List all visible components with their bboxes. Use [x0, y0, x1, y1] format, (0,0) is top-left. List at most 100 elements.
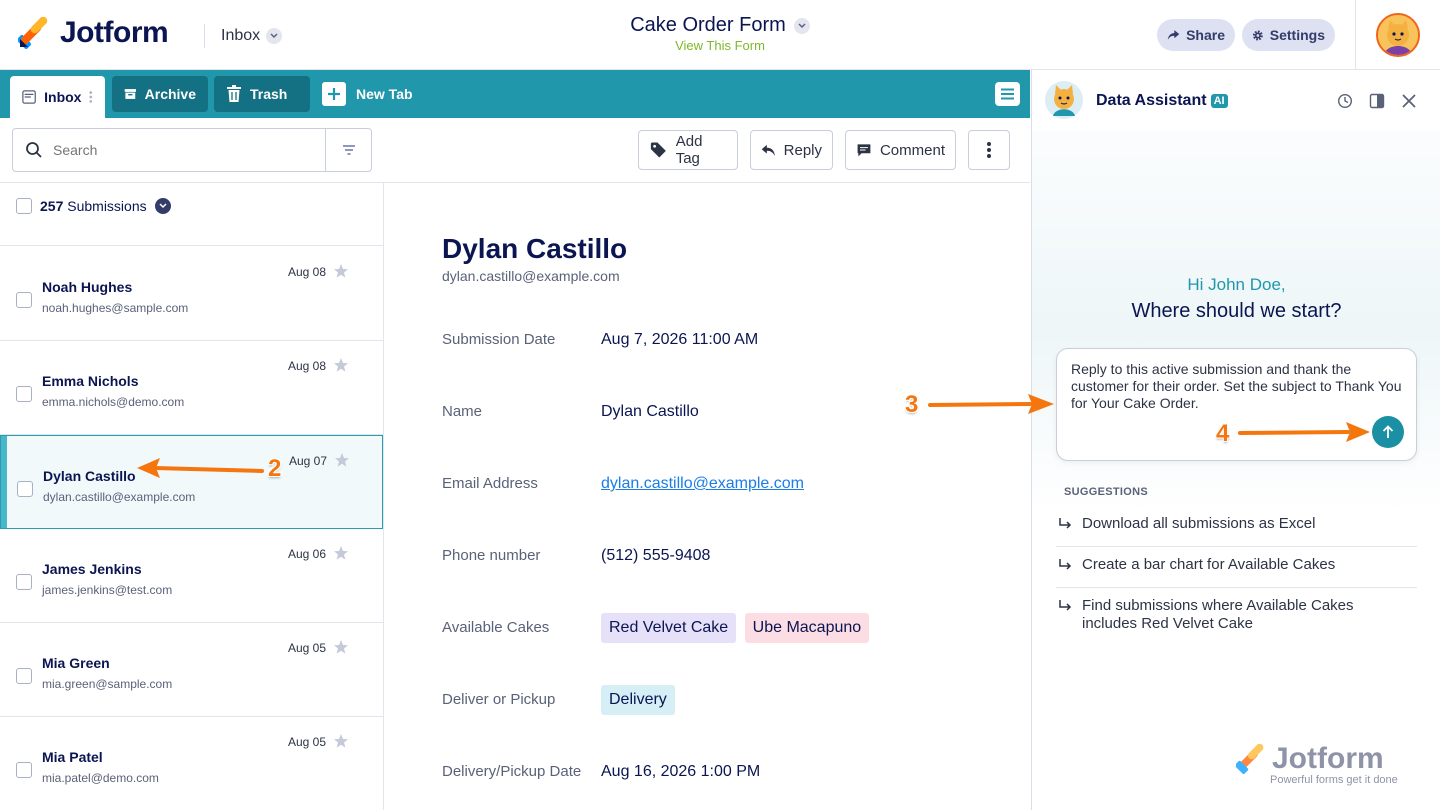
submission-detail: Dylan Castillo dylan.castillo@example.co…	[384, 183, 1030, 810]
tag-chip: Red Velvet Cake	[601, 613, 737, 643]
view-form-link[interactable]: View This Form	[520, 38, 920, 53]
settings-label: Settings	[1269, 27, 1325, 43]
row-checkbox[interactable]	[16, 292, 32, 308]
list-item-email: dylan.castillo@example.com	[43, 490, 196, 504]
user-avatar[interactable]	[1376, 13, 1420, 57]
search-input[interactable]	[53, 142, 323, 158]
settings-button[interactable]: Settings	[1242, 19, 1335, 51]
add-tag-button[interactable]: Add Tag	[638, 130, 738, 170]
jotform-logo-icon	[18, 17, 48, 49]
row-checkbox[interactable]	[16, 574, 32, 590]
kebab-menu-icon	[987, 142, 991, 158]
list-item[interactable]: Emma Nichols emma.nichols@demo.com Aug 0…	[0, 341, 383, 435]
search-icon	[26, 142, 42, 158]
filter-button[interactable]	[325, 129, 371, 171]
return-arrow-icon	[1059, 600, 1072, 611]
assistant-input[interactable]: Reply to this active submission and than…	[1071, 361, 1406, 412]
suggestion-item[interactable]: Find submissions where Available Cakes i…	[1056, 597, 1386, 637]
top-bar: Jotform Inbox Cake Order Form View This …	[0, 0, 1440, 70]
reply-label: Reply	[783, 141, 822, 159]
watermark-tagline: Powerful forms get it done	[1270, 774, 1398, 786]
inbox-dropdown[interactable]: Inbox	[204, 24, 283, 48]
field-label: Phone number	[442, 547, 541, 564]
tag-icon	[650, 142, 666, 158]
tab-trash[interactable]: Trash	[214, 76, 310, 112]
list-item-email: james.jenkins@test.com	[42, 583, 173, 597]
suggestions-heading: SUGGESTIONS	[1064, 486, 1148, 498]
list-item-email: emma.nichols@demo.com	[42, 395, 185, 409]
gear-icon	[1252, 30, 1263, 40]
assistant-title-text: Data Assistant	[1096, 92, 1207, 109]
annotation-step-4: 4	[1216, 420, 1230, 447]
reply-button[interactable]: Reply	[750, 130, 833, 170]
list-item-date: Aug 06	[288, 547, 327, 561]
row-checkbox[interactable]	[17, 481, 33, 497]
comment-icon	[857, 144, 871, 157]
field-label: Deliver or Pickup	[442, 691, 556, 708]
history-icon[interactable]	[1337, 93, 1353, 109]
inbox-dropdown-label: Inbox	[221, 27, 261, 44]
arrow-up-icon	[1382, 425, 1394, 438]
field-label: Available Cakes	[442, 619, 550, 636]
tab-more-icon[interactable]	[89, 89, 93, 105]
select-all-checkbox[interactable]	[16, 198, 32, 214]
star-icon[interactable]	[333, 639, 349, 655]
detail-email: dylan.castillo@example.com	[442, 268, 620, 284]
list-item-name: Mia Green	[42, 655, 110, 671]
field-label: Delivery/Pickup Date	[442, 763, 582, 780]
list-item-name: Emma Nichols	[42, 373, 139, 389]
row-checkbox[interactable]	[16, 386, 32, 402]
star-icon[interactable]	[334, 452, 350, 468]
list-item[interactable]: Mia Green mia.green@sample.com Aug 05	[0, 623, 383, 717]
list-item-email: mia.green@sample.com	[42, 677, 173, 691]
suggestion-item[interactable]: Create a bar chart for Available Cakes	[1056, 556, 1417, 588]
close-icon[interactable]	[1402, 94, 1416, 108]
data-assistant-panel: Data Assistant AI Hi John Doe, Where sho…	[1031, 70, 1440, 810]
jotform-watermark-icon	[1236, 744, 1264, 774]
list-item[interactable]: Noah Hughes noah.hughes@sample.com Aug 0…	[0, 247, 383, 341]
field-value-tags: Delivery	[601, 685, 679, 715]
row-checkbox[interactable]	[16, 762, 32, 778]
more-options-button[interactable]	[968, 130, 1010, 170]
star-icon[interactable]	[333, 733, 349, 749]
jotform-logo[interactable]: Jotform	[18, 16, 169, 50]
tab-archive[interactable]: Archive	[112, 76, 208, 112]
share-label: Share	[1186, 27, 1225, 43]
form-title-area: Cake Order Form View This Form	[520, 14, 920, 53]
assistant-input-box[interactable]: Reply to this active submission and than…	[1056, 348, 1417, 461]
plus-icon	[322, 82, 346, 106]
star-icon[interactable]	[333, 263, 349, 279]
tab-trash-label: Trash	[250, 86, 288, 102]
new-tab-button[interactable]: New Tab	[322, 82, 413, 106]
send-button[interactable]	[1372, 416, 1404, 448]
form-title[interactable]: Cake Order Form	[630, 14, 810, 37]
list-item-name: Mia Patel	[42, 749, 103, 765]
field-value: Aug 16, 2026 1:00 PM	[601, 763, 761, 780]
panel-toggle-icon[interactable]	[1369, 93, 1385, 109]
ai-badge: AI	[1210, 94, 1228, 108]
assistant-header: Data Assistant AI	[1032, 70, 1440, 130]
star-icon[interactable]	[333, 545, 349, 561]
submission-count: 257 Submissions	[16, 198, 171, 214]
email-link[interactable]: dylan.castillo@example.com	[601, 475, 804, 493]
suggestion-text: Download all submissions as Excel	[1082, 515, 1316, 532]
annotation-step-2: 2	[268, 455, 282, 482]
menu-icon	[1001, 88, 1014, 100]
form-title-text: Cake Order Form	[630, 14, 786, 36]
suggestion-item[interactable]: Download all submissions as Excel	[1056, 515, 1417, 547]
share-button[interactable]: Share	[1157, 19, 1235, 51]
jotform-watermark: Jotform Powerful forms get it done	[1236, 742, 1398, 786]
assistant-prompt-question: Where should we start?	[1131, 300, 1342, 322]
field-label: Name	[442, 403, 483, 420]
list-item[interactable]: James Jenkins james.jenkins@test.com Aug…	[0, 529, 383, 623]
row-checkbox[interactable]	[16, 668, 32, 684]
tab-inbox[interactable]: Inbox	[10, 76, 105, 118]
comment-button[interactable]: Comment	[845, 130, 956, 170]
header-divider	[1355, 0, 1356, 70]
star-icon[interactable]	[333, 357, 349, 373]
list-item-date: Aug 08	[288, 359, 327, 373]
list-item[interactable]: Mia Patel mia.patel@demo.com Aug 05	[0, 717, 383, 810]
chevron-down-icon[interactable]	[154, 198, 171, 214]
list-item-selected[interactable]: Dylan Castillo dylan.castillo@example.co…	[0, 435, 383, 529]
list-view-menu-button[interactable]	[995, 82, 1020, 106]
